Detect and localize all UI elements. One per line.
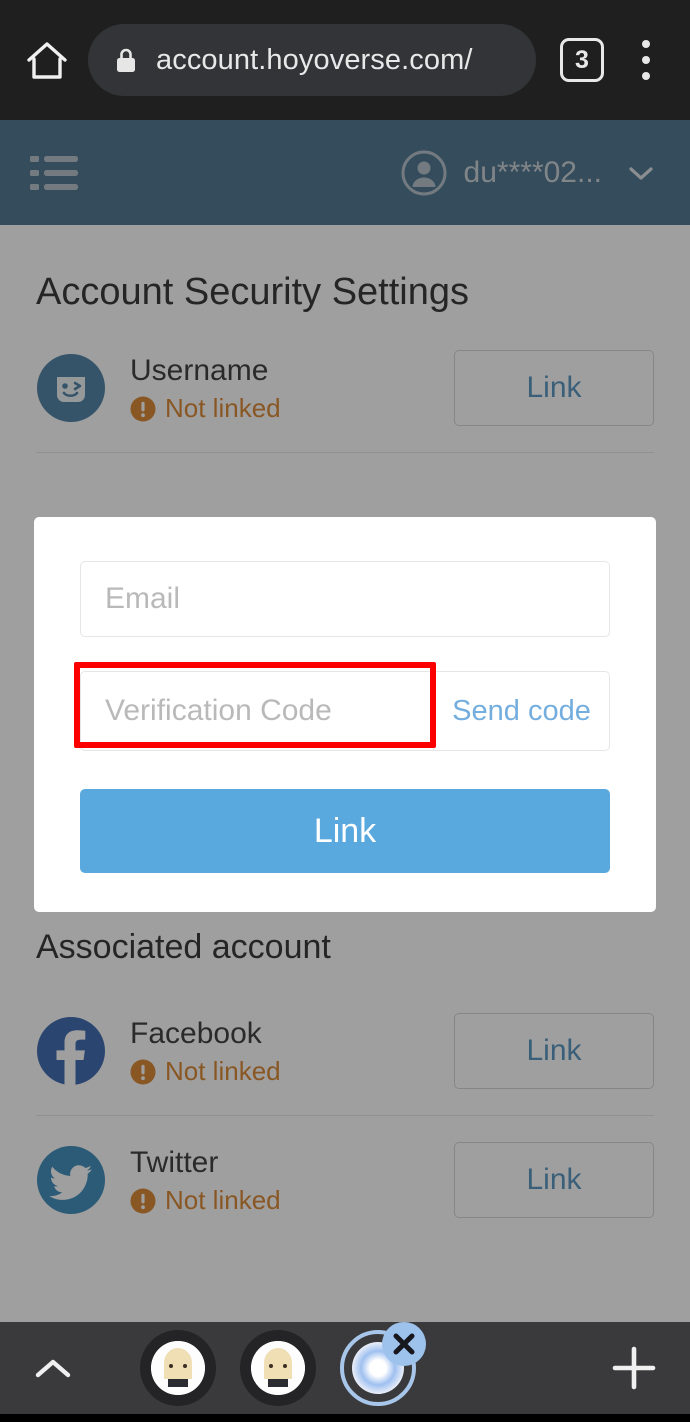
link-email-dialog: Email Verification Code Send code Link [34,517,656,912]
verification-code-input[interactable]: Verification Code [80,671,434,751]
status-text: Not linked [165,1185,281,1216]
tab-counter-button[interactable]: 3 [560,38,604,82]
plus-icon[interactable] [608,1342,660,1394]
address-bar[interactable]: account.hoyoverse.com/ [88,24,536,96]
dock-app-list [140,1322,426,1406]
phone-screen: account.hoyoverse.com/ 3 du****02... Acc… [0,0,690,1422]
system-navbar [0,1414,690,1422]
lock-icon [114,46,138,74]
account-row-twitter: Twitter Not linked Link [36,1116,654,1244]
twitter-icon [36,1145,106,1215]
dock-app-2[interactable] [240,1330,316,1406]
character-avatar-icon [251,1341,305,1395]
account-info: Username Not linked [130,352,454,425]
chevron-down-icon[interactable] [626,163,656,183]
page-title: Account Security Settings [36,271,469,313]
bottom-dock [0,1322,690,1414]
account-name: Username [130,353,269,387]
account-name-label: du****02... [463,155,602,189]
user-avatar-icon [400,149,448,197]
chevron-up-icon[interactable] [30,1353,76,1383]
url-text: account.hoyoverse.com/ [156,43,473,76]
username-face-icon [36,353,106,423]
warning-icon [130,396,156,422]
status-badge: Not linked [130,393,454,424]
link-button-twitter[interactable]: Link [454,1142,654,1218]
status-text: Not linked [165,393,281,424]
facebook-icon [36,1016,106,1086]
link-submit-button[interactable]: Link [80,789,610,873]
warning-icon [130,1188,156,1214]
browser-toolbar: account.hoyoverse.com/ 3 [0,0,690,120]
list-menu-icon[interactable] [28,150,80,196]
account-info: Facebook Not linked [130,1015,454,1088]
dock-app-3-active[interactable] [340,1322,426,1406]
status-badge: Not linked [130,1185,454,1216]
status-badge: Not linked [130,1056,454,1087]
verification-code-row: Verification Code Send code [80,671,610,751]
account-name: Twitter [130,1145,219,1179]
close-icon[interactable] [382,1322,426,1366]
site-header: du****02... [0,120,690,225]
link-button-facebook[interactable]: Link [454,1013,654,1089]
send-code-button[interactable]: Send code [434,671,610,751]
character-avatar-icon [151,1341,205,1395]
kebab-menu-icon[interactable] [624,36,668,84]
link-button-username[interactable]: Link [454,350,654,426]
account-menu[interactable]: du****02... [400,149,662,197]
email-input[interactable]: Email [80,561,610,637]
account-name: Facebook [130,1016,262,1050]
account-info: Twitter Not linked [130,1144,454,1217]
home-icon[interactable] [22,35,72,85]
status-text: Not linked [165,1056,281,1087]
account-row-facebook: Facebook Not linked Link [36,987,654,1115]
account-row-username: Username Not linked Link [36,324,654,452]
warning-icon [130,1059,156,1085]
dock-app-1[interactable] [140,1330,216,1406]
